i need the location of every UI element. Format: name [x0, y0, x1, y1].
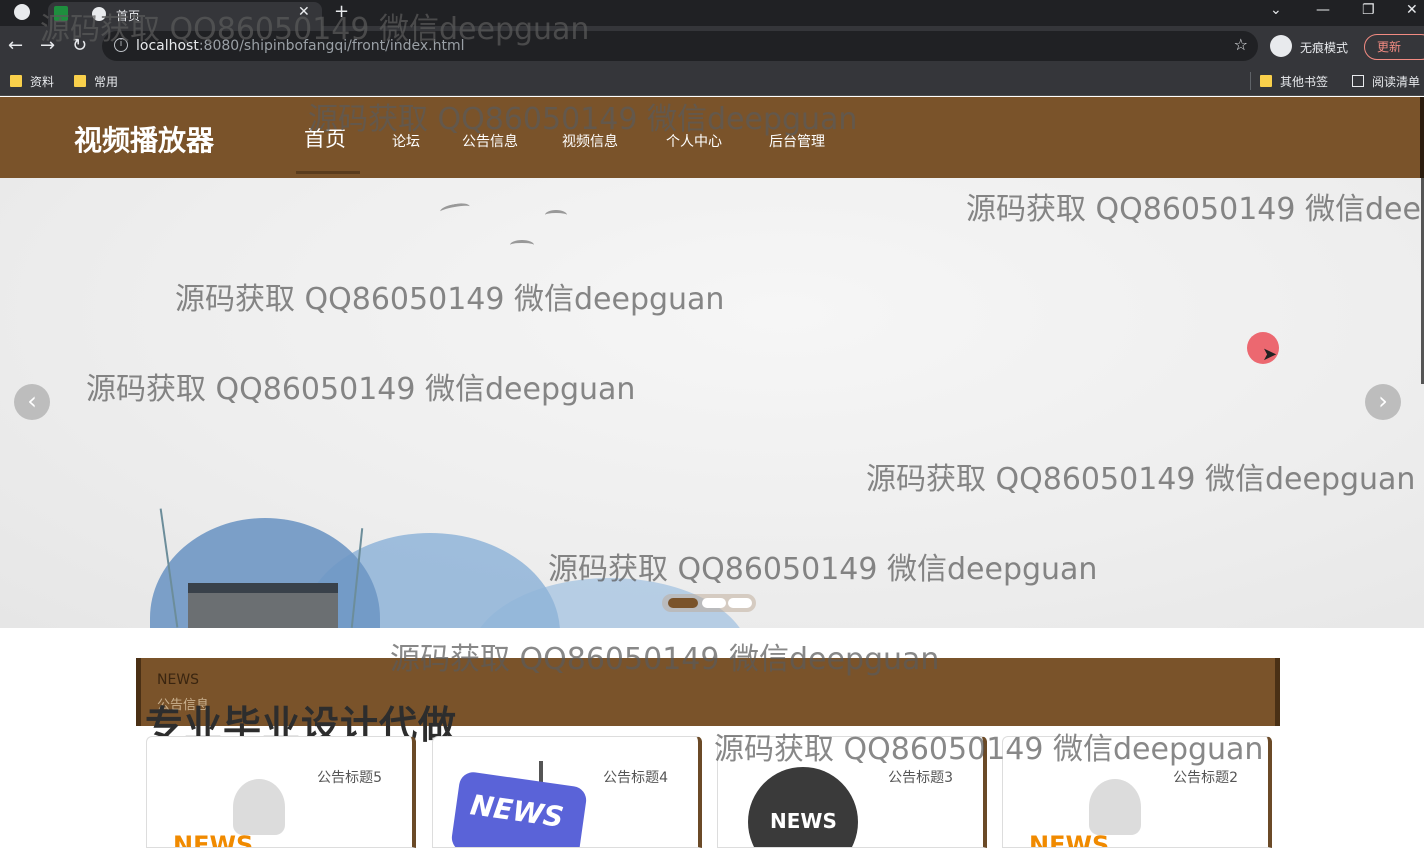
nav-admin[interactable]: 后台管理	[769, 131, 825, 151]
carousel-dot-2[interactable]	[702, 598, 726, 608]
other-bookmarks[interactable]: 其他书签	[1260, 73, 1328, 90]
news-globe-icon: NEWS	[748, 767, 858, 847]
news-card-title[interactable]: 公告标题4	[603, 767, 668, 787]
news-card[interactable]: 公告标题5 NEWS	[146, 736, 416, 848]
bookmark-star-icon[interactable]: ☆	[1234, 35, 1248, 54]
browser-tab-strip: 首页 ✕ + ⌄ — ❐ ✕	[0, 0, 1424, 26]
incognito-label: 无痕模式	[1300, 41, 1349, 55]
news-card-title[interactable]: 公告标题3	[888, 767, 953, 787]
bookmark-folder-changyong[interactable]: 常用	[74, 73, 118, 90]
bookmark-folder-ziliao[interactable]: 资料	[10, 73, 54, 90]
news-card-title[interactable]: 公告标题2	[1173, 767, 1238, 787]
nav-videos[interactable]: 视频信息	[562, 131, 618, 151]
carousel-indicators	[662, 594, 756, 612]
close-tab-icon[interactable]: ✕	[298, 4, 310, 20]
incognito-icon	[1270, 35, 1292, 57]
news-card-title[interactable]: 公告标题5	[317, 767, 382, 787]
news-card[interactable]: 公告标题4 NEWS	[432, 736, 702, 848]
browser-menu-icon[interactable]	[14, 4, 30, 20]
crane-illustration	[545, 210, 567, 220]
minimize-icon[interactable]: —	[1316, 2, 1330, 18]
site-header: 视频播放器 首页 论坛 公告信息 视频信息 个人中心 后台管理	[0, 97, 1424, 178]
bookmarks-divider	[1250, 72, 1251, 90]
globe-icon	[92, 7, 106, 21]
crane-illustration	[510, 240, 534, 250]
new-tab-button[interactable]: +	[334, 1, 349, 22]
close-window-icon[interactable]: ✕	[1406, 2, 1418, 18]
news-reader-figure-icon	[233, 779, 285, 835]
news-reader-figure-icon	[1089, 779, 1141, 835]
news-heading-en: NEWS	[157, 672, 200, 688]
chevron-left-icon: ‹	[27, 387, 37, 415]
chevron-right-icon: ›	[1378, 387, 1388, 415]
carousel-prev-button[interactable]: ‹	[14, 384, 50, 420]
news-sign-icon: NEWS	[450, 770, 588, 847]
nav-active-indicator	[296, 171, 360, 174]
browser-tab[interactable]: 首页 ✕	[48, 2, 322, 26]
carousel-dot-3[interactable]	[728, 598, 752, 608]
news-word-graphic: NEWS	[173, 831, 254, 848]
nav-home[interactable]: 首页	[304, 123, 346, 153]
mouse-cursor-icon: ➤	[1262, 344, 1278, 365]
address-bar[interactable]: i localhost:8080/shipinbofangqi/front/in…	[102, 31, 1258, 61]
nav-announcements[interactable]: 公告信息	[462, 131, 518, 151]
reload-icon[interactable]: ↻	[72, 35, 87, 56]
reading-list-icon	[1352, 75, 1364, 87]
back-icon[interactable]: ←	[8, 35, 23, 56]
banner-carousel: ‹ › ➤	[0, 178, 1424, 628]
tab-title: 首页	[116, 9, 141, 23]
folder-icon	[1260, 75, 1272, 87]
page-scrollbar[interactable]	[1420, 97, 1424, 178]
nav-user-center[interactable]: 个人中心	[666, 131, 722, 151]
crane-illustration	[439, 201, 471, 217]
house-illustration	[188, 583, 338, 628]
folder-icon	[74, 75, 86, 87]
tab-search-icon[interactable]: ⌄	[1270, 2, 1282, 18]
news-card[interactable]: 公告标题3 NEWS	[717, 736, 987, 848]
site-info-icon[interactable]: i	[114, 38, 128, 52]
carousel-dot-1[interactable]	[668, 598, 698, 608]
reading-list[interactable]: 阅读清单	[1352, 73, 1420, 90]
address-toolbar: ← → ↻ i localhost:8080/shipinbofangqi/fr…	[0, 26, 1424, 66]
folder-icon	[10, 75, 22, 87]
news-word-graphic: NEWS	[1029, 831, 1110, 848]
carousel-next-button[interactable]: ›	[1365, 384, 1401, 420]
news-card[interactable]: 公告标题2 NEWS	[1002, 736, 1272, 848]
url-text[interactable]: localhost:8080/shipinbofangqi/front/inde…	[136, 38, 465, 54]
restore-icon[interactable]: ❐	[1362, 2, 1375, 18]
forward-icon[interactable]: →	[40, 35, 55, 56]
nav-forum[interactable]: 论坛	[392, 131, 420, 151]
bookmarks-bar: 资料 常用 其他书签 阅读清单	[0, 66, 1424, 96]
update-button[interactable]: 更新	[1364, 34, 1424, 60]
tab-group-icon[interactable]	[54, 6, 68, 21]
site-brand[interactable]: 视频播放器	[74, 119, 214, 159]
